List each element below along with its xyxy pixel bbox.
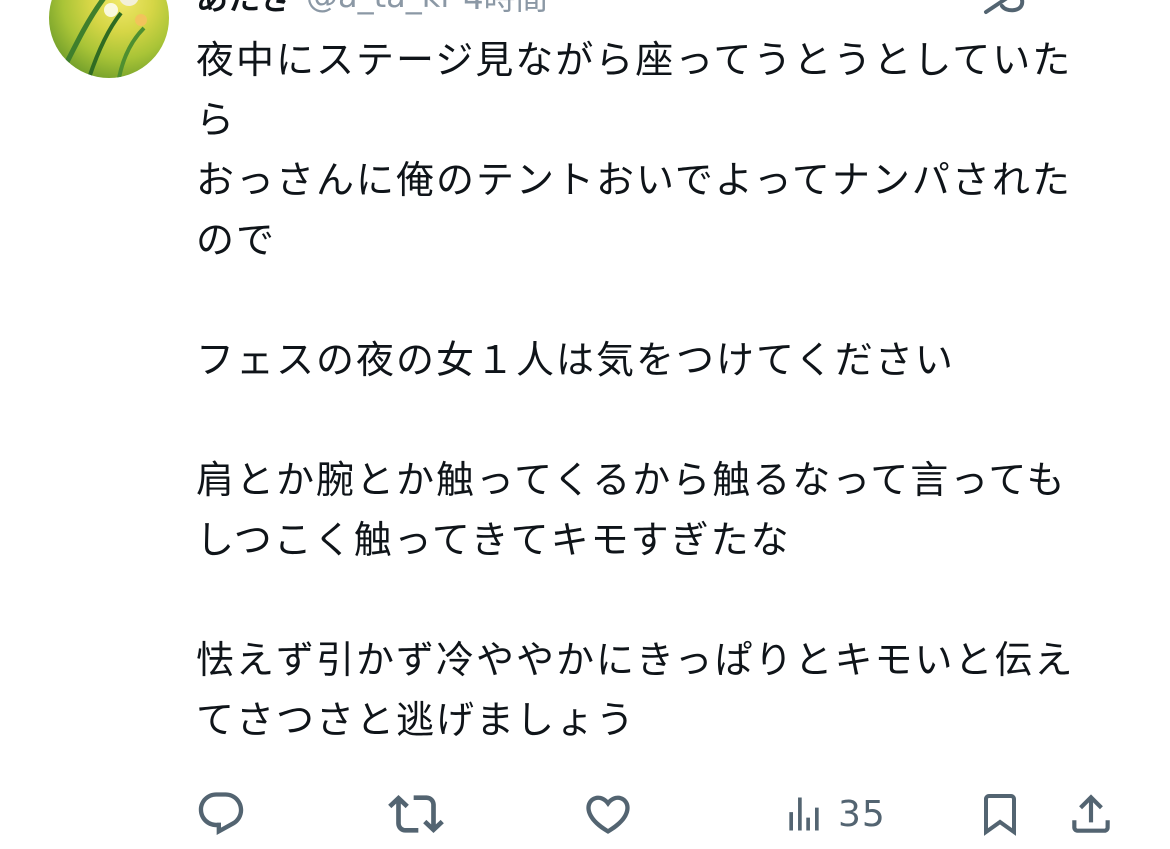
display-name[interactable]: あたき: [196, 0, 292, 19]
tweet-text: 夜中にステージ見ながら座ってうとうとしていたら おっさんに俺のテントおいでよって…: [196, 30, 1101, 750]
views-button[interactable]: 35: [782, 784, 886, 844]
views-count: 35: [838, 793, 886, 835]
bookmark-button[interactable]: [976, 784, 1024, 844]
views-icon: [789, 797, 819, 831]
tweet-header: あたき @a_ta_ki 4時間: [196, 0, 548, 17]
grok-icon[interactable]: [982, 0, 1030, 16]
avatar-image: [56, 0, 147, 78]
repost-button[interactable]: [388, 784, 456, 844]
reply-icon: [198, 792, 244, 836]
share-icon: [1072, 794, 1110, 833]
like-button[interactable]: [582, 784, 646, 844]
bookmark-icon: [984, 794, 1016, 836]
action-bar: 35: [0, 784, 1170, 844]
tweet-paragraph: 夜中にステージ見ながら座ってうとうとしていたら おっさんに俺のテントおいでよって…: [196, 38, 1073, 262]
tweet-paragraph: 怯えず引かず冷ややかにきっぱりとキモいと伝えてさつさと逃げましょう: [196, 638, 1075, 742]
tweet-time[interactable]: 4時間: [463, 0, 547, 19]
tweet-paragraph: フェスの夜の女１人は気をつけてください: [196, 338, 955, 382]
tweet: あたき @a_ta_ki 4時間 夜中にステージ見ながら座ってうとうとしていたら…: [0, 0, 1170, 849]
user-handle[interactable]: @a_ta_ki: [306, 0, 449, 15]
repost-icon: [388, 795, 444, 833]
share-button[interactable]: [1066, 784, 1116, 844]
avatar[interactable]: [49, 0, 169, 78]
like-icon: [586, 795, 630, 834]
tweet-paragraph: 肩とか腕とか触ってくるから触るなって言ってもしつこく触ってきてキモすぎたな: [196, 458, 1067, 562]
reply-button[interactable]: [195, 784, 259, 844]
